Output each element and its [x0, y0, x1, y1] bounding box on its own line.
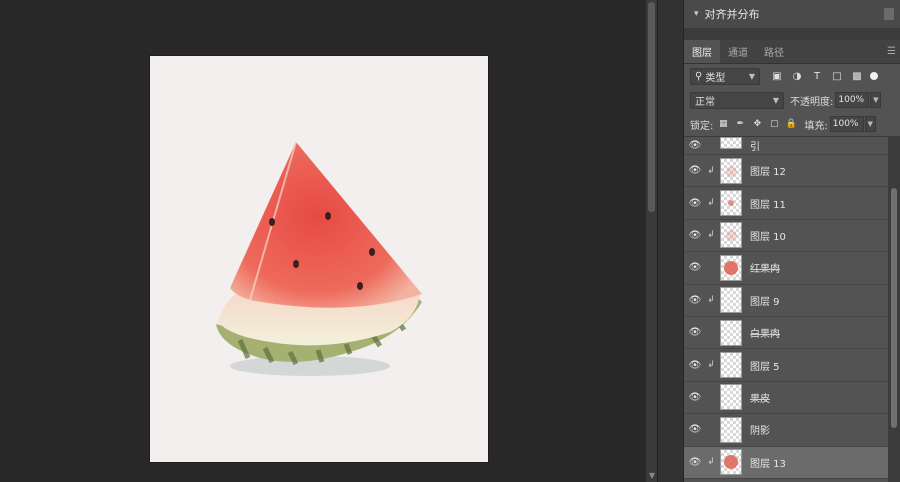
- blend-mode-value: 正常: [695, 96, 715, 108]
- layer-thumbnail[interactable]: [720, 190, 742, 217]
- visibility-eye-icon[interactable]: 👁: [684, 262, 706, 273]
- lock-row: 锁定: ▦ ✒ ✥ ▢ 🔒 填充: 100% ▼: [684, 112, 900, 136]
- caret-down-icon: ▼: [772, 95, 779, 105]
- layer-thumbnail[interactable]: [720, 384, 742, 411]
- filter-kind-select[interactable]: ⚲ 类型 ▼: [690, 67, 760, 85]
- layer-name[interactable]: 引: [750, 138, 760, 153]
- canvas-vertical-scrollbar[interactable]: ▼: [645, 0, 657, 482]
- visibility-eye-icon[interactable]: 👁: [684, 457, 706, 468]
- visibility-eye-icon[interactable]: 👁: [684, 392, 706, 403]
- scrollbar-thumb[interactable]: [648, 2, 655, 212]
- visibility-eye-icon[interactable]: 👁: [684, 424, 706, 435]
- layer-thumbnail[interactable]: [720, 254, 742, 281]
- visibility-eye-icon[interactable]: 👁: [684, 327, 706, 338]
- layer-thumbnail[interactable]: [720, 287, 742, 314]
- layer-row[interactable]: 👁 红果肉: [684, 252, 889, 285]
- layer-row[interactable]: 👁 白果肉: [684, 316, 889, 350]
- layer-name[interactable]: 图层 13: [750, 455, 786, 470]
- lock-position-move-icon[interactable]: ✥: [750, 117, 764, 131]
- layer-name[interactable]: 图层 11: [750, 196, 786, 211]
- layer-name[interactable]: 阴影: [750, 422, 770, 437]
- visibility-eye-icon[interactable]: 👁: [684, 165, 706, 176]
- visibility-eye-icon[interactable]: 👁: [684, 198, 706, 209]
- filter-row: ⚲ 类型 ▼ ▣ ◑ T □ ▩: [684, 64, 900, 88]
- clipping-mask-arrow-icon: ↲: [707, 165, 715, 176]
- chevron-down-icon[interactable]: ▾: [694, 9, 699, 19]
- layer-thumbnail[interactable]: [720, 416, 742, 443]
- blend-mode-select[interactable]: 正常 ▼: [690, 91, 784, 109]
- clipping-mask-arrow-icon: ↲: [707, 295, 715, 306]
- layers-scrollbar-thumb[interactable]: [891, 188, 897, 428]
- blend-row: 正常 ▼ 不透明度: 100% ▼: [684, 88, 900, 112]
- panel-menu-icon[interactable]: ☰: [887, 46, 896, 57]
- align-panel-title: 对齐并分布: [704, 8, 760, 21]
- layer-thumbnail[interactable]: [720, 137, 742, 149]
- lock-image-brush-icon[interactable]: ✒: [733, 117, 747, 131]
- layer-thumbnail[interactable]: [720, 222, 742, 249]
- caret-down-icon: ▼: [748, 71, 755, 81]
- red-flesh: [230, 142, 422, 308]
- lock-label: 锁定:: [690, 120, 714, 132]
- layer-row[interactable]: 👁 果皮: [684, 381, 889, 415]
- filter-shape-icon[interactable]: □: [828, 67, 846, 85]
- filter-pixel-icon[interactable]: ▣: [768, 67, 786, 85]
- layer-row[interactable]: 👁 ↲ 图层 11: [684, 187, 889, 220]
- filter-adjustment-icon[interactable]: ◑: [788, 67, 806, 85]
- lock-all-padlock-icon[interactable]: 🔒: [784, 117, 798, 131]
- layer-name[interactable]: 图层 9: [750, 293, 780, 308]
- visibility-eye-icon[interactable]: 👁: [684, 295, 706, 306]
- clipping-mask-arrow-icon: ↲: [707, 198, 715, 209]
- clipping-mask-arrow-icon: ↲: [707, 457, 715, 468]
- panel-gap: [684, 28, 900, 40]
- panel-dock-strip: [657, 0, 683, 482]
- document-canvas[interactable]: [150, 56, 488, 462]
- align-panel-header[interactable]: ▾ 对齐并分布: [684, 0, 900, 28]
- fill-input[interactable]: 100%: [829, 116, 864, 132]
- fill-dropdown-icon[interactable]: ▼: [864, 116, 876, 132]
- filter-kind-label: 类型: [705, 72, 726, 84]
- layer-row[interactable]: 👁 阴影: [684, 414, 889, 447]
- opacity-label: 不透明度:: [790, 96, 834, 108]
- layer-row[interactable]: 👁 ↲ 图层 10: [684, 219, 889, 253]
- layer-row[interactable]: 👁 ↲ 图层 13: [684, 446, 889, 479]
- visibility-eye-icon[interactable]: 👁: [684, 360, 706, 371]
- opacity-dropdown-icon[interactable]: ▼: [870, 92, 882, 108]
- layer-name[interactable]: 果皮: [750, 390, 770, 405]
- filter-smartobject-icon[interactable]: ▩: [848, 67, 866, 85]
- layer-row[interactable]: 👁 引: [684, 137, 889, 155]
- lock-artboard-icon[interactable]: ▢: [767, 117, 781, 131]
- tab-channels[interactable]: 通道: [720, 40, 756, 63]
- layers-panel: ▾ 对齐并分布 图层 通道 路径 ☰ ⚲ 类型 ▼ ▣ ◑ T □ ▩ 正常 ▼…: [683, 0, 900, 482]
- layer-row[interactable]: 👁 ↲ 图层 9: [684, 284, 889, 317]
- opacity-input[interactable]: 100%: [835, 92, 870, 108]
- layer-thumbnail[interactable]: [720, 319, 742, 346]
- layer-thumbnail[interactable]: [720, 157, 742, 184]
- visibility-eye-icon[interactable]: 👁: [684, 230, 706, 241]
- panel-tabs: 图层 通道 路径 ☰: [684, 40, 900, 64]
- layers-scrollbar[interactable]: [888, 136, 900, 482]
- tab-paths[interactable]: 路径: [756, 40, 792, 63]
- canvas-workspace[interactable]: [0, 0, 645, 482]
- layers-list: 👁 引 👁 ↲ 图层 12 👁 ↲ 图层 11 👁 ↲ 图层 10 👁 红果肉 👁 ↲ 图层 9 👁 白果肉 👁 ↲ 图…: [684, 136, 889, 482]
- search-icon: ⚲: [695, 70, 703, 82]
- layer-name[interactable]: 图层 10: [750, 228, 786, 243]
- fill-label: 填充:: [804, 120, 828, 132]
- panel-scroll-handle[interactable]: [884, 8, 894, 20]
- layer-row[interactable]: 👁 ↲ 图层 5: [684, 349, 889, 382]
- layer-name[interactable]: 红果肉: [750, 260, 780, 275]
- tab-layers[interactable]: 图层: [684, 40, 720, 63]
- layer-name[interactable]: 图层 12: [750, 163, 786, 178]
- filter-type-icon[interactable]: T: [808, 67, 826, 85]
- clipping-mask-arrow-icon: ↲: [707, 360, 715, 371]
- layer-thumbnail[interactable]: [720, 352, 742, 379]
- clipping-mask-arrow-icon: ↲: [707, 230, 715, 241]
- lock-transparent-icon[interactable]: ▦: [716, 117, 730, 131]
- layer-name[interactable]: 图层 5: [750, 358, 780, 373]
- filter-toggle-icon[interactable]: [870, 72, 878, 80]
- layer-name[interactable]: 白果肉: [750, 325, 780, 340]
- watermelon-illustration: [216, 141, 422, 376]
- layer-thumbnail[interactable]: [720, 449, 742, 476]
- layer-row[interactable]: 👁 ↲ 图层 12: [684, 155, 889, 188]
- visibility-eye-icon[interactable]: 👁: [684, 140, 706, 151]
